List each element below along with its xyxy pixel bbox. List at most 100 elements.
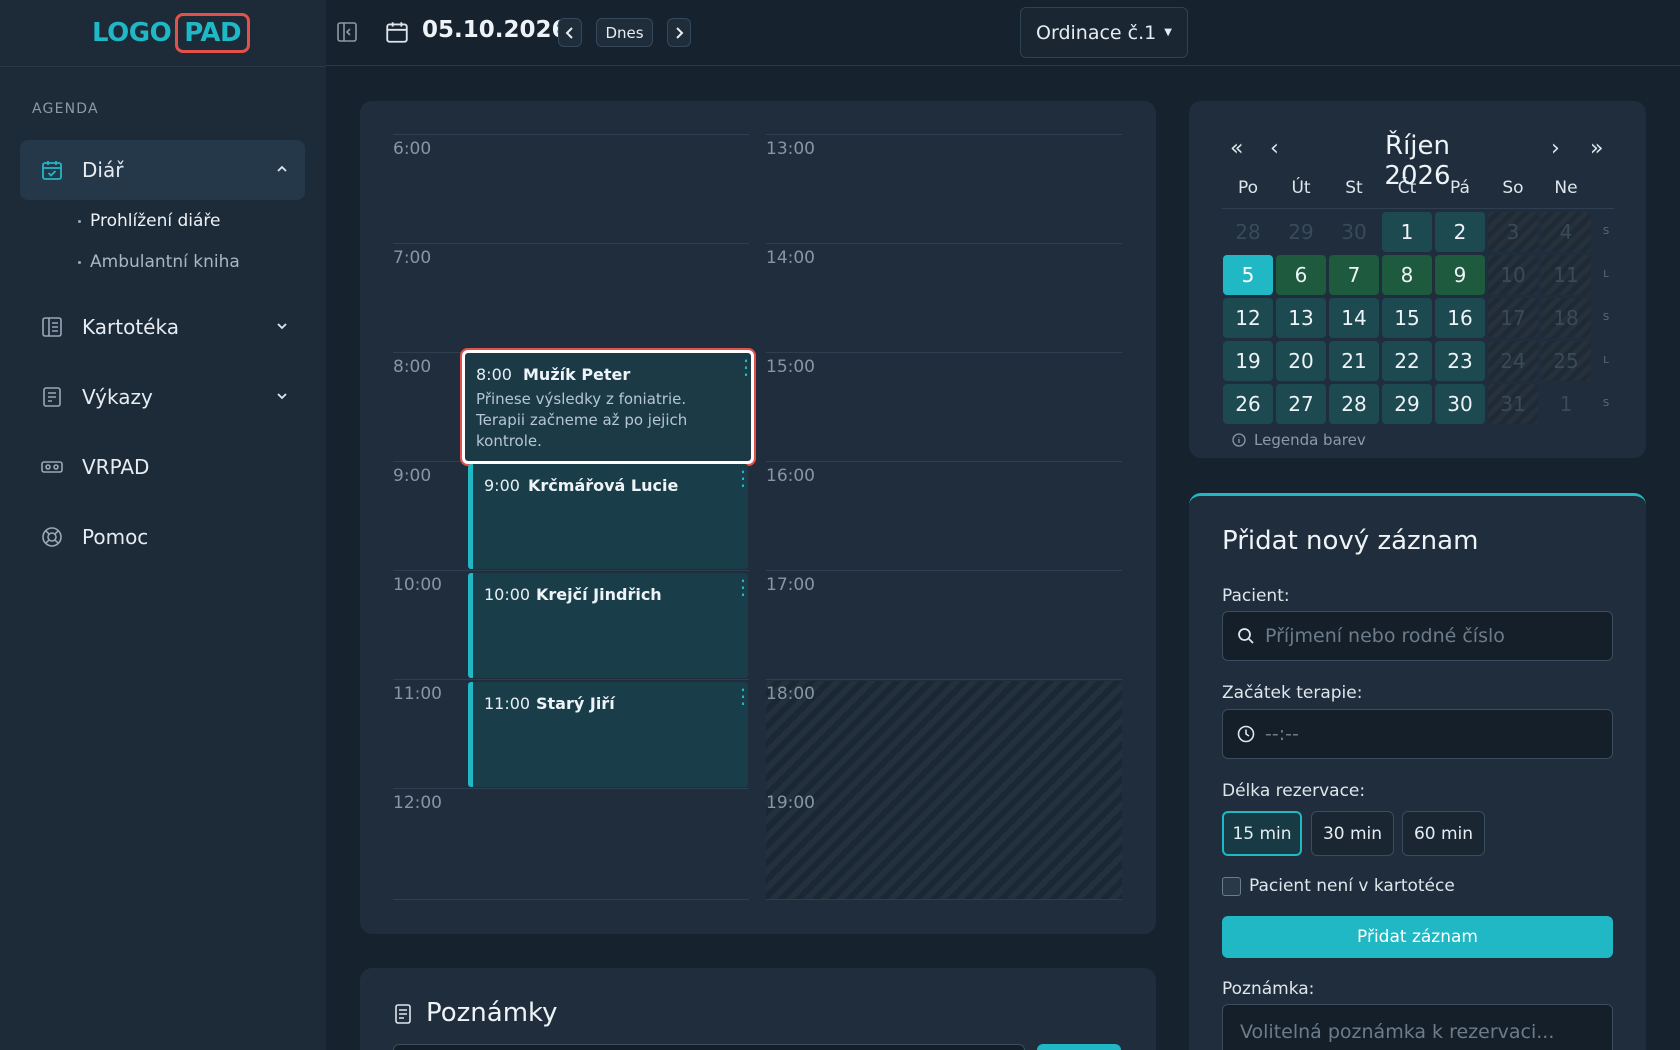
add-record-button[interactable]: Přidat záznam xyxy=(1222,916,1613,958)
next-day-button[interactable] xyxy=(667,18,691,47)
book-icon xyxy=(40,315,64,339)
calendar-day[interactable]: 30 xyxy=(1329,212,1379,252)
logo-part-2: PAD xyxy=(175,13,251,53)
calendar-day[interactable]: 18 xyxy=(1541,298,1591,338)
bullet-dot xyxy=(78,260,81,264)
duration-30-button[interactable]: 30 min xyxy=(1311,811,1394,856)
prev-day-button[interactable] xyxy=(558,18,582,47)
grid-line xyxy=(766,570,1122,571)
sidebar-item-label: VRPAD xyxy=(82,455,150,479)
notes-title: Poznámky xyxy=(426,998,558,1028)
calendar-day[interactable]: 30 xyxy=(1435,384,1485,424)
prev-month-button[interactable]: ‹ xyxy=(1270,138,1279,160)
calendar-day[interactable]: 7 xyxy=(1329,255,1379,295)
grid-line xyxy=(393,570,749,571)
note-textarea[interactable]: Volitelná poznámka k rezervaci... xyxy=(1222,1004,1613,1050)
calendar-day[interactable]: 25 xyxy=(1541,341,1591,381)
calendar-day[interactable]: 1 xyxy=(1541,384,1591,424)
calendar-day[interactable]: 19 xyxy=(1223,341,1273,381)
calendar-day-selected[interactable]: 5 xyxy=(1223,255,1273,295)
calendar-day[interactable]: 13 xyxy=(1276,298,1326,338)
calendar-divider xyxy=(1222,208,1614,209)
more-options-icon[interactable]: ⋮ xyxy=(736,357,756,377)
next-month-button[interactable]: › xyxy=(1551,138,1560,160)
calendar-day[interactable]: 29 xyxy=(1276,212,1326,252)
notes-input[interactable] xyxy=(393,1044,1025,1050)
chevron-down-icon xyxy=(274,388,290,404)
color-legend-link[interactable]: Legenda barev xyxy=(1232,431,1366,449)
sidebar-item-vrpad[interactable]: VRPAD xyxy=(40,447,290,487)
calendar-day[interactable]: 28 xyxy=(1329,384,1379,424)
logo[interactable]: LOGO PAD xyxy=(92,12,251,54)
duration-60-button[interactable]: 60 min xyxy=(1402,811,1485,856)
office-select[interactable]: Ordinace č.1 ▼ xyxy=(1020,7,1188,58)
next-year-button[interactable]: » xyxy=(1590,138,1603,160)
sidebar-item-pomoc[interactable]: Pomoc xyxy=(40,517,290,557)
calendar-day[interactable]: 1 xyxy=(1382,212,1432,252)
calendar-day[interactable]: 10 xyxy=(1488,255,1538,295)
calendar-day[interactable]: 27 xyxy=(1276,384,1326,424)
appointment-card[interactable]: 11:00 Starý Jiří ⋮ xyxy=(468,682,753,787)
calendar-day[interactable]: 8 xyxy=(1382,255,1432,295)
sidebar-toggle-icon[interactable] xyxy=(336,21,358,43)
note-label: Poznámka: xyxy=(1222,979,1315,999)
grid-line xyxy=(393,899,749,900)
sidebar-item-label: Kartotéka xyxy=(82,315,179,339)
patient-search-input[interactable]: Příjmení nebo rodné číslo xyxy=(1222,611,1613,661)
weekday-label: Ne xyxy=(1554,178,1578,198)
calendar-day[interactable]: 12 xyxy=(1223,298,1273,338)
calendar-day[interactable]: 23 xyxy=(1435,341,1485,381)
appointment-card[interactable]: 10:00 Krejčí Jindřich ⋮ xyxy=(468,573,753,678)
today-button[interactable]: Dnes xyxy=(596,18,653,47)
calendar-day[interactable]: 16 xyxy=(1435,298,1485,338)
calendar-day[interactable]: 17 xyxy=(1488,298,1538,338)
form-title: Přidat nový záznam xyxy=(1222,526,1479,556)
duration-label: Délka rezervace: xyxy=(1222,781,1366,801)
grid-line xyxy=(766,352,1122,353)
sidebar-item-diar[interactable]: Diář xyxy=(40,150,290,190)
not-in-records-label[interactable]: Pacient není v kartotéce xyxy=(1249,876,1455,896)
notes-save-button[interactable] xyxy=(1037,1044,1121,1050)
calendar-day[interactable]: 21 xyxy=(1329,341,1379,381)
calendar-day[interactable]: 29 xyxy=(1382,384,1432,424)
not-in-records-checkbox[interactable] xyxy=(1222,877,1241,896)
grid-line xyxy=(766,679,1122,680)
sidebar-subitem-ambulantni-kniha[interactable]: Ambulantní kniha xyxy=(78,252,240,272)
calendar-icon[interactable] xyxy=(384,19,410,45)
calendar-day[interactable]: 9 xyxy=(1435,255,1485,295)
more-options-icon[interactable]: ⋮ xyxy=(733,686,753,706)
calendar-day[interactable]: 3 xyxy=(1488,212,1538,252)
calendar-day[interactable]: 11 xyxy=(1541,255,1591,295)
start-time-input[interactable]: --:-- xyxy=(1222,709,1613,759)
calendar-day[interactable]: 31 xyxy=(1488,384,1538,424)
appointment-card-selected[interactable]: 8:00 Mužík Peter Přinese výsledky z foni… xyxy=(462,350,756,464)
calendar-day[interactable]: 26 xyxy=(1223,384,1273,424)
appointment-time: 9:00 xyxy=(484,476,520,495)
calendar-day[interactable]: 15 xyxy=(1382,298,1432,338)
appointment-card[interactable]: 9:00 Krčmářová Lucie ⋮ xyxy=(468,464,753,569)
time-label: 6:00 xyxy=(393,139,432,159)
sidebar-subitem-prohlizeni[interactable]: Prohlížení diáře xyxy=(78,211,220,231)
time-label: 14:00 xyxy=(766,248,815,268)
calendar-day[interactable]: 2 xyxy=(1435,212,1485,252)
prev-year-button[interactable]: « xyxy=(1230,138,1243,160)
duration-15-button[interactable]: 15 min xyxy=(1222,811,1302,856)
sidebar-item-label: Diář xyxy=(82,158,124,182)
calendar-day[interactable]: 28 xyxy=(1223,212,1273,252)
vr-headset-icon xyxy=(40,455,64,479)
calendar-day[interactable]: 20 xyxy=(1276,341,1326,381)
calendar-day[interactable]: 14 xyxy=(1329,298,1379,338)
time-label: 11:00 xyxy=(393,684,442,704)
sidebar-divider xyxy=(0,66,326,67)
more-options-icon[interactable]: ⋮ xyxy=(733,577,753,597)
calendar-day[interactable]: 4 xyxy=(1541,212,1591,252)
week-mark: S xyxy=(1602,226,1610,237)
chevron-up-icon xyxy=(274,161,290,177)
sidebar-item-vykazy[interactable]: Výkazy xyxy=(40,377,290,417)
more-options-icon[interactable]: ⋮ xyxy=(733,468,753,488)
unavailable-hours-block xyxy=(766,681,1122,899)
calendar-day[interactable]: 22 xyxy=(1382,341,1432,381)
calendar-day[interactable]: 24 xyxy=(1488,341,1538,381)
calendar-day[interactable]: 6 xyxy=(1276,255,1326,295)
sidebar-item-kartoteka[interactable]: Kartotéka xyxy=(40,307,290,347)
